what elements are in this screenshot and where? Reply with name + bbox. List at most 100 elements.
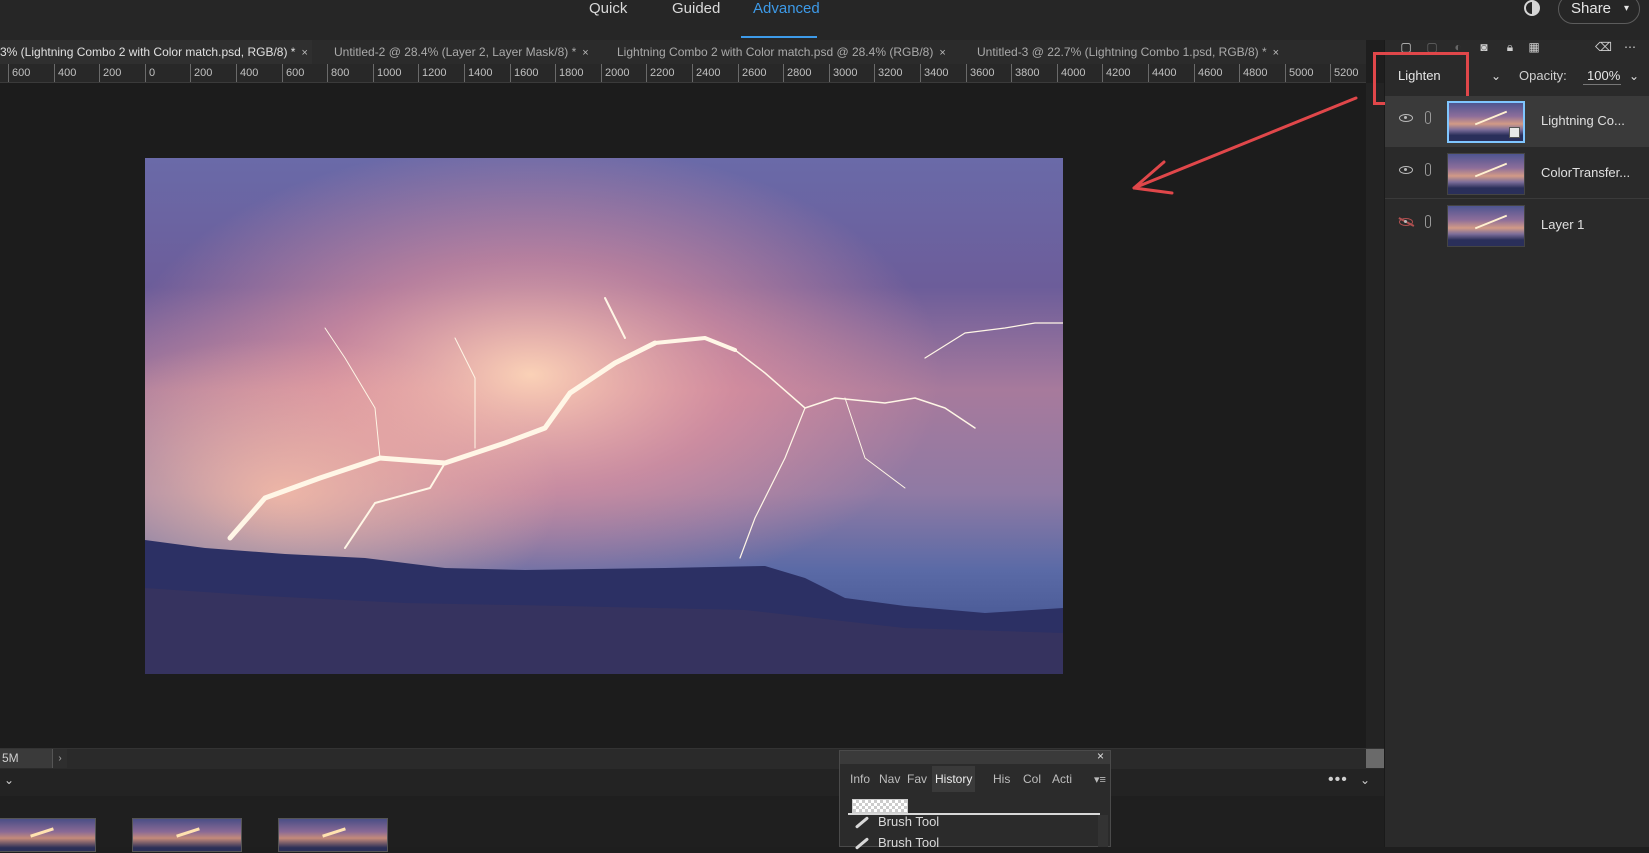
ruler-tick-label: 1200: [418, 64, 446, 82]
annotation-arrow: [1132, 96, 1358, 195]
ruler-tick-label: 1000: [373, 64, 401, 82]
ruler-tick-label: 0: [145, 64, 155, 82]
tab-histogram[interactable]: His: [993, 766, 1010, 792]
ruler-tick-label: 3200: [874, 64, 902, 82]
layer-row[interactable]: Lightning Co...: [1385, 96, 1649, 147]
document-image[interactable]: [145, 158, 1063, 674]
panel-menu-icon[interactable]: ▾≡: [1094, 767, 1106, 793]
eye-icon[interactable]: [1399, 166, 1413, 174]
photo-bin-header: ⌄ ••• ⌄: [0, 769, 1384, 796]
close-icon[interactable]: ×: [1097, 749, 1104, 763]
ruler-tick-label: 4200: [1102, 64, 1130, 82]
document-tab-title: Lightning Combo 2 with Color match.psd @…: [617, 45, 934, 59]
eye-icon[interactable]: [1399, 114, 1413, 122]
ruler-tick-label: 3400: [920, 64, 948, 82]
ruler-tick-label: 4800: [1239, 64, 1267, 82]
chevron-down-icon[interactable]: ⌄: [1360, 773, 1370, 787]
layer-row[interactable]: ColorTransfer...: [1385, 148, 1649, 199]
tab-favorites[interactable]: Fav: [907, 766, 927, 792]
ruler-tick-label: 4400: [1148, 64, 1176, 82]
opacity-label: Opacity:: [1519, 68, 1567, 83]
link-icon[interactable]: [1425, 163, 1431, 176]
lock-icon[interactable]: 🔒︎: [1503, 40, 1517, 54]
layer-mask-icon[interactable]: ◙: [1477, 40, 1491, 54]
document-tab[interactable]: 3% (Lightning Combo 2 with Color match.p…: [0, 40, 312, 64]
history-snapshot-thumbnail[interactable]: [852, 799, 908, 813]
layer-name: Lightning Co...: [1541, 113, 1625, 128]
ruler-tick-label: 2000: [601, 64, 629, 82]
layers-panel: ▢ ▢ ◐ ◙ 🔒︎ ▦ ⌫ ⋯ Lighten ⌄ Opacity: 100%…: [1373, 40, 1649, 847]
ruler-tick-label: 1600: [510, 64, 538, 82]
history-panel: × Info Nav Fav History His Col Acti ▾≡ B…: [839, 749, 1111, 850]
history-item[interactable]: Brush Tool: [854, 833, 939, 853]
ruler-tick-label: 1800: [555, 64, 583, 82]
lightning-photo: [145, 158, 1063, 674]
chevron-down-icon[interactable]: ⌄: [1629, 63, 1639, 89]
ruler-tick-label: 800: [327, 64, 349, 82]
ruler-tick-label: 1400: [464, 64, 492, 82]
tab-info[interactable]: Info: [850, 766, 870, 792]
ruler-tick-label: 400: [236, 64, 258, 82]
layer-thumbnail[interactable]: [1447, 153, 1525, 195]
chevron-down-icon[interactable]: ⌄: [4, 773, 14, 787]
history-item[interactable]: Brush Tool: [854, 812, 939, 832]
layer-name: ColorTransfer...: [1541, 165, 1631, 180]
panel-titlebar[interactable]: ×: [840, 749, 1110, 764]
document-tab-title: 3% (Lightning Combo 2 with Color match.p…: [0, 45, 296, 59]
ruler-tick-label: 600: [282, 64, 304, 82]
mode-guided-tab[interactable]: Guided: [672, 0, 720, 17]
ruler-tick-label: 2600: [738, 64, 766, 82]
layer-row[interactable]: Layer 1: [1385, 200, 1649, 250]
lock-transparency-icon[interactable]: ▦: [1527, 40, 1541, 54]
active-mode-indicator: [741, 36, 817, 38]
status-bar: 5M ›: [0, 748, 1384, 769]
mode-bar: Quick Guided Advanced Share ▾: [0, 0, 1649, 40]
mode-advanced-tab[interactable]: Advanced: [753, 0, 820, 17]
document-tab-title: Untitled-3 @ 22.7% (Lightning Combo 1.ps…: [977, 45, 1267, 59]
chevron-down-icon[interactable]: ⌄: [1491, 63, 1501, 89]
close-icon[interactable]: ×: [301, 47, 307, 59]
photo-bin: [0, 796, 1384, 852]
ruler-tick-label: 5000: [1285, 64, 1313, 82]
tab-actions[interactable]: Acti: [1052, 766, 1072, 792]
document-tab[interactable]: Lightning Combo 2 with Color match.psd @…: [617, 40, 946, 64]
smart-object-icon: [1509, 127, 1520, 138]
tab-history[interactable]: History: [932, 766, 976, 792]
ruler-tick-label: 2400: [692, 64, 720, 82]
layer-name: Layer 1: [1541, 217, 1585, 232]
ruler-tick-label: 5200: [1330, 64, 1358, 82]
chevron-down-icon: ▾: [1623, 3, 1629, 14]
trash-icon[interactable]: ⌫: [1595, 40, 1612, 54]
share-button[interactable]: Share ▾: [1558, 0, 1640, 24]
horizontal-ruler: 600 400 200 0 200 400 600 800 1000 1200 1400 1600 18…: [0, 64, 1366, 83]
close-icon[interactable]: ×: [582, 47, 588, 59]
ruler-tick-label: 400: [54, 64, 76, 82]
ruler-tick-label: 2200: [646, 64, 674, 82]
theme-contrast-icon[interactable]: [1524, 0, 1540, 16]
status-menu-arrow[interactable]: ›: [52, 749, 67, 768]
document-tab[interactable]: Untitled-3 @ 22.7% (Lightning Combo 1.ps…: [977, 40, 1279, 64]
close-icon[interactable]: ×: [1273, 47, 1279, 59]
brush-icon: [854, 837, 870, 850]
history-item-label: Brush Tool: [878, 814, 940, 829]
tab-navigator[interactable]: Nav: [879, 766, 900, 792]
document-tab-bar: 3% (Lightning Combo 2 with Color match.p…: [0, 40, 1366, 64]
document-tab[interactable]: Untitled-2 @ 28.4% (Layer 2, Layer Mask/…: [334, 40, 589, 64]
more-icon[interactable]: •••: [1328, 771, 1348, 789]
layer-thumbnail[interactable]: [1447, 101, 1525, 143]
ruler-tick-label: 2800: [783, 64, 811, 82]
ruler-tick-label: 3000: [829, 64, 857, 82]
eye-hidden-icon[interactable]: [1399, 218, 1413, 226]
document-size-readout: 5M: [0, 749, 54, 768]
ruler-tick-label: 3800: [1011, 64, 1039, 82]
history-scrollbar[interactable]: [1098, 815, 1108, 847]
mode-quick-tab[interactable]: Quick: [589, 0, 627, 17]
link-icon[interactable]: [1425, 111, 1431, 124]
layer-thumbnail[interactable]: [1447, 205, 1525, 247]
more-icon[interactable]: ⋯: [1623, 40, 1637, 54]
opacity-input[interactable]: 100%: [1583, 67, 1621, 85]
document-tab-title: Untitled-2 @ 28.4% (Layer 2, Layer Mask/…: [334, 45, 577, 59]
link-icon[interactable]: [1425, 215, 1431, 228]
tab-color[interactable]: Col: [1023, 766, 1041, 792]
close-icon[interactable]: ×: [939, 47, 945, 59]
